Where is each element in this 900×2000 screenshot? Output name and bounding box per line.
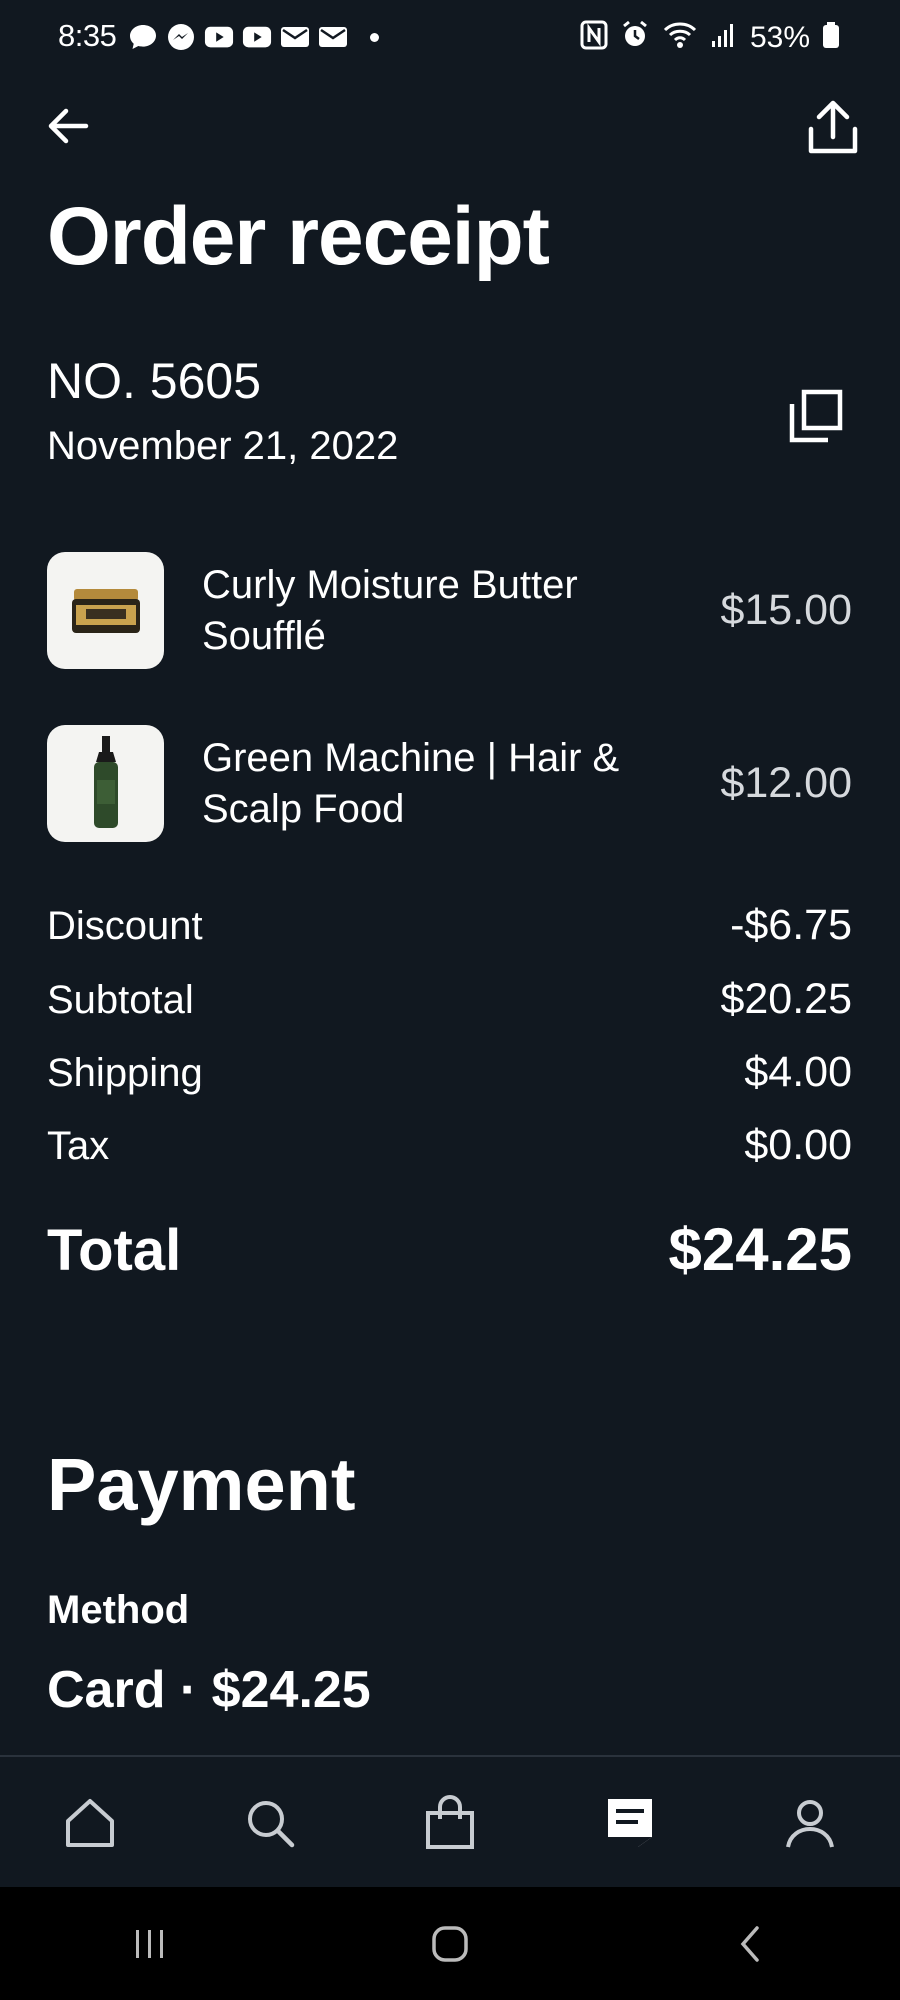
system-home-button[interactable]	[405, 1909, 495, 1979]
nfc-icon	[580, 20, 608, 55]
shipping-value: $4.00	[744, 1048, 852, 1096]
recents-button[interactable]	[105, 1909, 195, 1979]
home-icon	[66, 1798, 114, 1847]
home-button-icon	[432, 1925, 468, 1962]
messenger-icon	[166, 22, 196, 52]
share-upload-icon	[808, 100, 858, 154]
system-status-icons: 53%	[580, 20, 840, 55]
nav-home[interactable]	[45, 1778, 135, 1868]
arrow-left-icon	[48, 108, 89, 144]
status-time: 8:35	[58, 18, 117, 53]
youtube-icon	[242, 22, 272, 52]
subtotal-value: $20.25	[720, 975, 852, 1023]
item-name: Curly Moisture Butter Soufflé	[202, 563, 578, 658]
shopping-bag-icon	[426, 1794, 474, 1849]
tax-value: $0.00	[744, 1121, 852, 1169]
status-bar: 8:35 53%	[0, 0, 900, 74]
notification-icons	[128, 22, 379, 52]
payment-heading: Payment	[47, 1443, 356, 1526]
discount-value: -$6.75	[730, 901, 852, 949]
nav-orders[interactable]	[585, 1778, 675, 1868]
back-button[interactable]	[40, 98, 96, 154]
order-item-2[interactable]	[47, 725, 164, 842]
item-name: Green Machine | Hair & Scalp Food	[202, 736, 620, 831]
nav-shop[interactable]	[405, 1778, 495, 1868]
order-item-1[interactable]	[47, 552, 164, 669]
chat-icon	[128, 22, 158, 52]
back-icon	[740, 1925, 759, 1962]
page-title: Order receipt	[47, 191, 550, 282]
alarm-icon	[620, 20, 650, 55]
share-button[interactable]	[802, 96, 864, 158]
payment-method-label: Method	[47, 1588, 190, 1632]
subtotal-label: Subtotal	[47, 978, 194, 1022]
search-icon	[248, 1800, 295, 1847]
youtube-icon	[204, 22, 234, 52]
discount-label: Discount	[47, 904, 203, 948]
mail-icon	[318, 22, 348, 52]
receipt-icon	[608, 1798, 652, 1847]
item-price: $12.00	[720, 759, 852, 807]
total-label: Total	[47, 1218, 182, 1283]
total-value: $24.25	[668, 1216, 852, 1283]
copy-icon	[789, 389, 843, 443]
nav-search[interactable]	[225, 1778, 315, 1868]
copy-button[interactable]	[784, 384, 848, 448]
jar-product-image	[47, 552, 164, 669]
recents-icon	[136, 1929, 163, 1958]
bottom-navigation	[0, 1755, 900, 1888]
mail-icon	[280, 22, 310, 52]
item-price: $15.00	[720, 586, 852, 634]
system-back-button[interactable]	[705, 1909, 795, 1979]
nav-profile[interactable]	[765, 1778, 855, 1868]
bottle-product-image	[47, 725, 164, 842]
battery-icon	[822, 21, 840, 54]
shipping-label: Shipping	[47, 1051, 203, 1095]
wifi-icon	[662, 20, 698, 55]
more-notifications-dot	[370, 32, 379, 42]
battery-percent: 53%	[749, 20, 810, 54]
order-date: November 21, 2022	[47, 424, 399, 468]
profile-icon	[786, 1799, 834, 1847]
system-navigation-bar	[0, 1887, 900, 2000]
signal-icon	[710, 21, 738, 54]
order-number: NO. 5605	[47, 353, 262, 409]
payment-method-value: Card · $24.25	[47, 1661, 371, 1719]
tax-label: Tax	[47, 1124, 110, 1168]
